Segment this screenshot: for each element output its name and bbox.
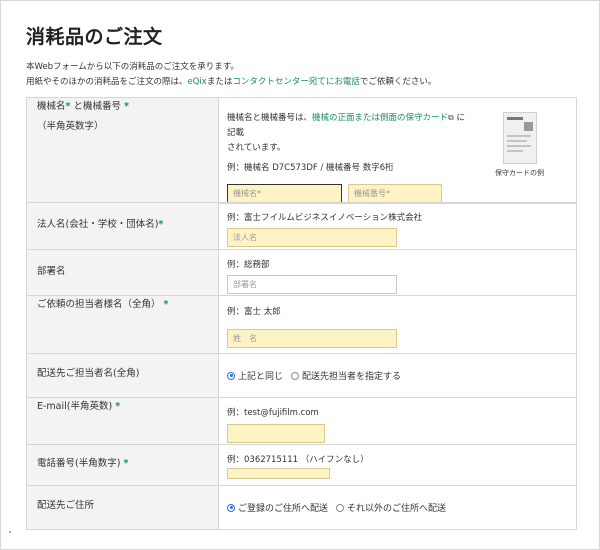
required-mark: * xyxy=(115,401,121,412)
phone-label: 電話番号(半角数字) * xyxy=(26,444,219,486)
machine-inputs xyxy=(227,184,568,203)
machine-description: 機械名と機械番号は、機械の正面または側面の保守カード⧉ に記載 されています。 xyxy=(227,110,467,156)
maintenance-card-caption: 保守カードの例 xyxy=(495,169,544,177)
person-label-text: ご依頼の担当者様名（全角） xyxy=(37,299,161,310)
corp-example: 例：富士フイルムビジネスイノベーション株式会社 xyxy=(227,213,423,223)
registered-address-label[interactable]: ご登録のご住所へ配送 xyxy=(238,501,328,514)
card-logo xyxy=(507,117,523,120)
specify-person-label[interactable]: 配送先担当者を指定する xyxy=(302,369,401,382)
phone-label-text: 電話番号(半角数字) xyxy=(37,458,121,469)
email-example: 例：test@fujifilm.com xyxy=(227,408,319,418)
machine-desc-c: されています。 xyxy=(227,143,286,153)
machine-value-cell: 機械名と機械番号は、機械の正面または側面の保守カード⧉ に記載 されています。 例… xyxy=(218,97,577,204)
machine-table: 機械名* と機械番号 * （半角英数字） 機械名と機械番号は、機械の正面または側… xyxy=(26,97,577,204)
phone-row: 電話番号(半角数字) * 例：0362715111 （ハイフンなし） xyxy=(26,444,577,486)
dept-input[interactable] xyxy=(227,275,397,294)
corp-name-input[interactable] xyxy=(227,228,397,247)
corp-value-cell: 例：富士フイルムビジネスイノベーション株式会社 xyxy=(218,202,577,250)
delivery-person-row: 配送先ご担当者名(全角) 上記と同じ 配送先担当者を指定する xyxy=(26,353,577,398)
maintenance-card-image xyxy=(503,112,537,164)
intro-text-2a: 用紙やそのほかの消耗品をご注文の際は、 xyxy=(26,77,188,87)
address-label: 配送先ご住所 xyxy=(26,485,219,530)
person-row: ご依頼の担当者様名（全角） * 例：富士 太郎 xyxy=(26,295,577,354)
card-line xyxy=(507,135,531,137)
delivery-person-value-cell: 上記と同じ 配送先担当者を指定する xyxy=(218,353,577,398)
phone-input[interactable] xyxy=(227,468,330,479)
contact-table: 法人名(会社・学校・団体名)* 例：富士フイルムビジネスイノベーション株式会社 … xyxy=(26,202,577,530)
dept-label: 部署名 xyxy=(26,249,219,296)
contact-center-link[interactable]: コンタクトセンター宛てにお電話 xyxy=(232,77,360,87)
intro-text-2: 用紙やそのほかの消耗品をご注文の際は、eQixまたはコンタクトセンター宛てにお電… xyxy=(26,75,436,87)
required-mark: * xyxy=(124,101,129,112)
machine-label-number: と機械番号 xyxy=(70,101,125,112)
corp-label: 法人名(会社・学校・団体名)* xyxy=(26,202,219,250)
corp-row: 法人名(会社・学校・団体名)* 例：富士フイルムビジネスイノベーション株式会社 xyxy=(26,202,577,250)
required-mark: * xyxy=(158,219,164,230)
email-row: E-mail(半角英数) * 例：test@fujifilm.com xyxy=(26,397,577,445)
phone-value-cell: 例：0362715111 （ハイフンなし） xyxy=(218,444,577,486)
machine-row: 機械名* と機械番号 * （半角英数字） 機械名と機械番号は、機械の正面または側… xyxy=(26,97,577,204)
person-example: 例：富士 太郎 xyxy=(227,307,281,317)
required-mark: * xyxy=(123,458,129,469)
person-label: ご依頼の担当者様名（全角） * xyxy=(26,295,219,354)
page-title: 消耗品のご注文 xyxy=(26,26,163,48)
email-value-cell: 例：test@fujifilm.com xyxy=(218,397,577,445)
dept-value-cell: 例：総務部 xyxy=(218,249,577,296)
card-line xyxy=(507,150,523,152)
dept-row: 部署名 例：総務部 xyxy=(26,249,577,296)
intro-text-2c: でご依頼ください。 xyxy=(359,77,437,87)
delivery-person-label: 配送先ご担当者名(全角) xyxy=(26,353,219,398)
maintenance-card-link[interactable]: 機械の正面または側面の保守カード xyxy=(312,113,448,123)
other-address-radio[interactable] xyxy=(336,503,345,512)
required-mark: * xyxy=(163,299,169,310)
machine-name-input[interactable] xyxy=(227,184,342,203)
card-line xyxy=(507,140,527,142)
other-address-label[interactable]: それ以外のご住所へ配送 xyxy=(347,501,446,514)
dept-example: 例：総務部 xyxy=(227,260,270,270)
machine-desc-a: 機械名と機械番号は、 xyxy=(227,113,313,123)
address-value-cell: ご登録のご住所へ配送 それ以外のご住所へ配送 xyxy=(218,485,577,530)
email-label-text: E-mail(半角英数) xyxy=(37,401,113,412)
machine-label-name: 機械名 xyxy=(37,101,66,112)
machine-label: 機械名* と機械番号 * xyxy=(37,98,208,112)
card-qr-icon xyxy=(524,122,533,131)
intro-text-1: 本Webフォームから以下の消耗品のご注文を承ります。 xyxy=(26,62,239,72)
email-label: E-mail(半角英数) * xyxy=(26,397,219,445)
same-as-above-label[interactable]: 上記と同じ xyxy=(238,369,283,382)
corp-label-text: 法人名(会社・学校・団体名) xyxy=(37,219,159,230)
email-input[interactable] xyxy=(227,424,325,443)
machine-number-input[interactable] xyxy=(348,184,442,203)
person-value-cell: 例：富士 太郎 xyxy=(218,295,577,354)
phone-example: 例：0362715111 （ハイフンなし） xyxy=(227,455,369,465)
registered-address-radio[interactable] xyxy=(227,503,235,512)
address-radio-group: ご登録のご住所へ配送 それ以外のご住所へ配送 xyxy=(227,501,568,514)
eqix-link[interactable]: eQix xyxy=(188,77,207,87)
address-row: 配送先ご住所 ご登録のご住所へ配送 それ以外のご住所へ配送 xyxy=(26,485,577,530)
corner-dot xyxy=(9,531,11,533)
specify-person-radio[interactable] xyxy=(291,371,300,380)
intro-text-2b: または xyxy=(206,77,233,87)
same-as-above-radio[interactable] xyxy=(227,371,235,380)
delivery-person-radio-group: 上記と同じ 配送先担当者を指定する xyxy=(227,369,568,382)
person-name-input[interactable] xyxy=(227,329,397,348)
machine-label-cell: 機械名* と機械番号 * （半角英数字） xyxy=(26,97,219,204)
machine-label-sub: （半角英数字） xyxy=(37,121,104,132)
card-line xyxy=(507,145,531,147)
